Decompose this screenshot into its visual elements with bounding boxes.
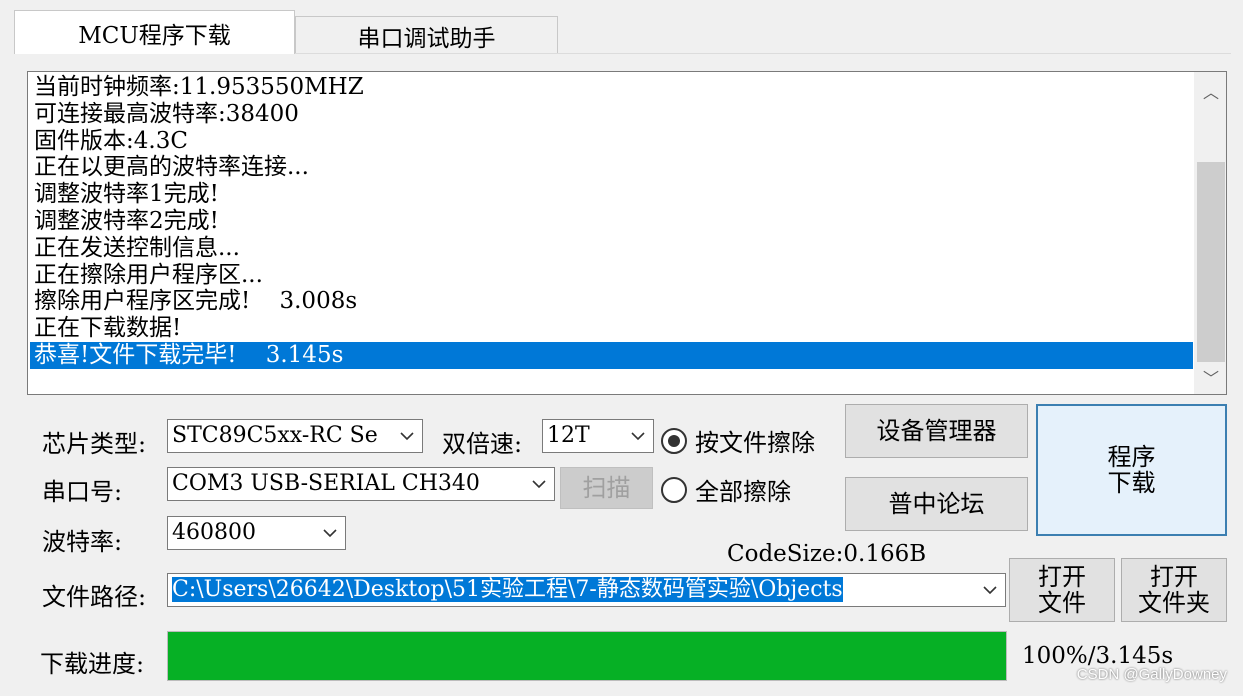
chip-type-value: STC89C5xx-RC Se: [172, 423, 378, 448]
file-path-value: C:\Users\26642\Desktop\51实验工程\7-静态数码管实验\…: [172, 577, 843, 602]
code-size-text: CodeSize:0.166B: [727, 541, 927, 567]
baud-rate-select[interactable]: 460800: [167, 516, 346, 550]
log-line: 正在发送控制信息...: [34, 234, 240, 261]
file-path-label: 文件路径:: [42, 583, 147, 611]
tab-label: 串口调试助手: [357, 25, 496, 52]
open-folder-label-line1: 打开: [1150, 563, 1198, 591]
erase-all-label: 全部擦除: [695, 478, 791, 506]
program-download-button[interactable]: 程序 下载: [1036, 404, 1227, 536]
serial-port-label: 串口号:: [42, 478, 123, 506]
program-download-label-line2: 下载: [1107, 469, 1156, 497]
log-line: 擦除用户程序区完成! 3.008s: [34, 288, 358, 315]
chevron-down-icon: [981, 574, 999, 606]
tab-serial-assistant[interactable]: 串口调试助手: [295, 16, 558, 54]
log-line: 正在以更高的波特率连接...: [34, 154, 309, 181]
scroll-up-icon[interactable]: ︿: [1195, 76, 1227, 106]
erase-by-file-radio[interactable]: 按文件擦除: [661, 423, 815, 458]
open-file-button[interactable]: 打开 文件: [1009, 558, 1115, 622]
progress-fill: [168, 632, 1006, 680]
log-line: 正在擦除用户程序区...: [34, 261, 263, 288]
serial-port-value: COM3 USB-SERIAL CH340: [172, 471, 480, 496]
chevron-down-icon: [530, 468, 548, 500]
open-file-label-line2: 文件: [1038, 589, 1086, 617]
serial-port-select[interactable]: COM3 USB-SERIAL CH340: [167, 467, 555, 501]
double-speed-value: 12T: [547, 423, 590, 448]
baud-rate-value: 460800: [172, 520, 256, 545]
device-manager-button[interactable]: 设备管理器: [845, 404, 1028, 458]
log-output[interactable]: 当前时钟频率:11.953550MHZ 可连接最高波特率:38400 固件版本:…: [27, 71, 1227, 395]
file-path-select[interactable]: C:\Users\26642\Desktop\51实验工程\7-静态数码管实验\…: [167, 573, 1006, 607]
tab-mcu-download[interactable]: MCU程序下载: [14, 10, 295, 54]
download-progress-bar: [167, 631, 1007, 681]
baud-rate-label: 波特率:: [42, 528, 123, 556]
download-progress-label: 下载进度:: [40, 650, 145, 678]
radio-checked-icon: [661, 427, 687, 454]
double-speed-label: 双倍速:: [442, 430, 523, 458]
scan-label: 扫描: [582, 474, 631, 502]
open-file-label-line1: 打开: [1038, 563, 1086, 591]
log-line: 当前时钟频率:11.953550MHZ: [34, 74, 364, 100]
scroll-thumb[interactable]: [1197, 162, 1225, 362]
chevron-down-icon: [629, 420, 647, 452]
program-download-label-line1: 程序: [1107, 443, 1156, 471]
open-folder-button[interactable]: 打开 文件夹: [1121, 558, 1227, 622]
log-line: 正在下载数据!: [34, 315, 182, 342]
scroll-down-icon[interactable]: ﹀: [1195, 362, 1227, 392]
double-speed-select[interactable]: 12T: [542, 419, 654, 453]
radio-unchecked-icon: [661, 476, 687, 503]
device-manager-label: 设备管理器: [876, 417, 997, 445]
log-line-selected: 恭喜!文件下载完毕! 3.145s: [30, 341, 1193, 369]
erase-by-file-label: 按文件擦除: [695, 429, 815, 457]
forum-label: 普中论坛: [888, 490, 985, 518]
log-scrollbar[interactable]: ︿ ﹀: [1194, 72, 1226, 394]
erase-all-radio[interactable]: 全部擦除: [661, 472, 791, 507]
log-line: 调整波特率1完成!: [34, 181, 219, 208]
chip-type-select[interactable]: STC89C5xx-RC Se: [167, 419, 423, 453]
log-lines: 当前时钟频率:11.953550MHZ 可连接最高波特率:38400 固件版本:…: [30, 74, 1193, 369]
scan-button[interactable]: 扫描: [560, 467, 653, 509]
log-line: 调整波特率2完成!: [34, 207, 219, 234]
watermark: CSDN @GallyDowney: [1076, 666, 1227, 683]
open-folder-label-line2: 文件夹: [1138, 589, 1210, 617]
chevron-down-icon: [321, 517, 339, 549]
log-line: 可连接最高波特率:38400: [34, 100, 299, 127]
log-line: 固件版本:4.3C: [34, 127, 188, 154]
chevron-down-icon: [398, 420, 416, 452]
tab-label: MCU程序下载: [78, 22, 231, 49]
forum-button[interactable]: 普中论坛: [845, 477, 1028, 531]
chip-type-label: 芯片类型:: [42, 430, 147, 458]
